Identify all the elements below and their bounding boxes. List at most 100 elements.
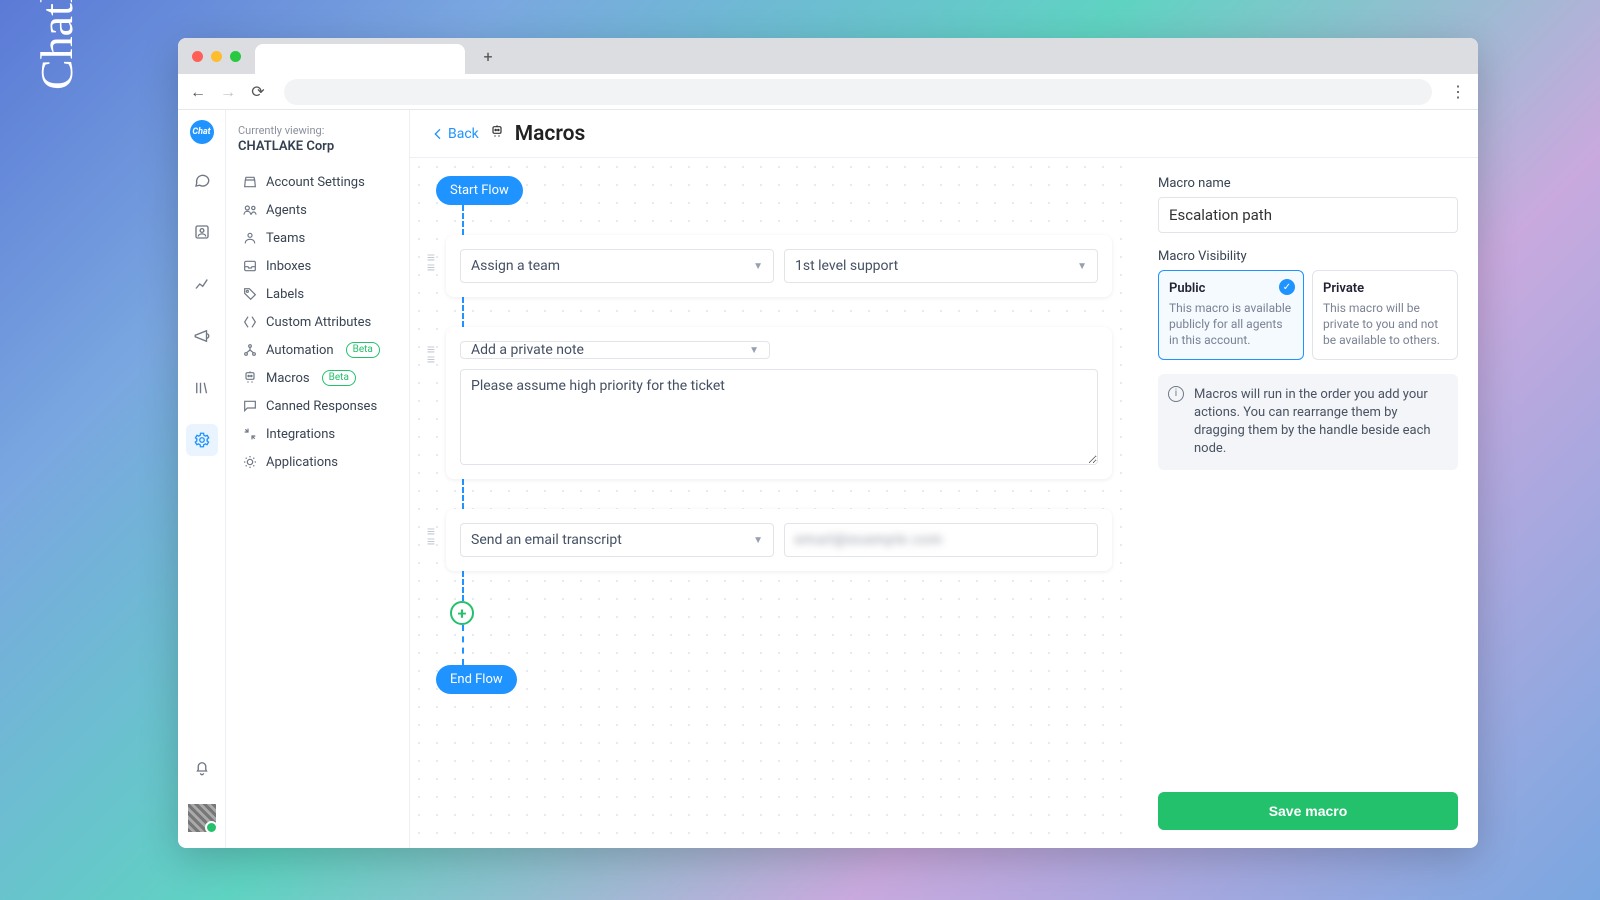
nav-campaigns-icon[interactable] — [186, 320, 218, 352]
window-controls — [192, 51, 241, 62]
drag-handle-icon[interactable]: ≡≡ — [422, 327, 440, 365]
org-name: CHATLAKE Corp — [238, 139, 397, 154]
sidebar-item-label: Agents — [266, 203, 307, 218]
info-icon: i — [1168, 386, 1184, 402]
notifications-icon[interactable] — [186, 752, 218, 784]
app-logo[interactable]: Chat — [190, 120, 214, 144]
start-flow-pill: Start Flow — [436, 176, 523, 205]
new-tab-button[interactable]: + — [479, 47, 497, 65]
sidebar-item-integrations[interactable]: Integrations — [238, 420, 397, 448]
macro-node: Add a private note ▼ — [446, 327, 1112, 479]
sidebar-item-custom-attributes[interactable]: Custom Attributes — [238, 308, 397, 336]
sidebar-item-inboxes[interactable]: Inboxes — [238, 252, 397, 280]
back-link[interactable]: Back — [430, 126, 479, 142]
chevron-down-icon: ▼ — [753, 535, 763, 546]
check-icon: ✓ — [1279, 279, 1295, 295]
sidebar-item-automation[interactable]: Automation Beta — [238, 336, 397, 364]
save-macro-button[interactable]: Save macro — [1158, 792, 1458, 830]
visibility-public-card[interactable]: ✓ Public This macro is available publicl… — [1158, 270, 1304, 360]
primary-nav-rail: Chat — [178, 110, 226, 848]
value-label: 1st level support — [795, 258, 898, 274]
action-label: Assign a team — [471, 258, 560, 274]
sidebar-item-account-settings[interactable]: Account Settings — [238, 168, 397, 196]
sidebar-item-agents[interactable]: Agents — [238, 196, 397, 224]
sidebar-item-label: Teams — [266, 231, 305, 246]
flow-canvas: Start Flow ≡≡ Assign a team ▼ 1st level — [410, 158, 1138, 848]
sidebar-item-label: Integrations — [266, 427, 335, 442]
add-node-button[interactable]: + — [450, 601, 474, 625]
drag-handle-icon[interactable]: ≡≡ — [422, 509, 440, 547]
settings-sidebar: Currently viewing: CHATLAKE Corp Account… — [226, 110, 410, 848]
brand-wordmark: Chatlake — [30, 0, 83, 90]
browser-window: + ← → ⟳ ⋮ Chat — [178, 38, 1478, 848]
macro-node: Send an email transcript ▼ email@example… — [446, 509, 1112, 571]
sidebar-item-label: Inboxes — [266, 259, 311, 274]
browser-toolbar: ← → ⟳ ⋮ — [178, 74, 1478, 110]
currently-viewing-label: Currently viewing: — [238, 124, 397, 137]
macro-name-label: Macro name — [1158, 176, 1458, 191]
email-value: email@example.com — [795, 532, 943, 548]
note-textarea[interactable] — [460, 369, 1098, 465]
sidebar-item-label: Macros — [266, 371, 310, 386]
visibility-label: Macro Visibility — [1158, 249, 1458, 264]
nav-settings-icon[interactable] — [186, 424, 218, 456]
app-shell: Chat — [178, 110, 1478, 848]
back-button[interactable]: ← — [188, 82, 208, 102]
nav-reports-icon[interactable] — [186, 268, 218, 300]
info-callout: i Macros will run in the order you add y… — [1158, 374, 1458, 471]
main-content: Back Macros Start Flow ≡≡ — [410, 110, 1478, 848]
chevron-down-icon: ▼ — [749, 345, 759, 356]
browser-tab[interactable] — [255, 44, 465, 74]
visibility-desc: This macro is available publicly for all… — [1169, 300, 1293, 349]
sidebar-item-canned-responses[interactable]: Canned Responses — [238, 392, 397, 420]
page-title: Macros — [515, 122, 586, 146]
action-select[interactable]: Add a private note ▼ — [460, 341, 770, 359]
maximize-window[interactable] — [230, 51, 241, 62]
sidebar-item-labels[interactable]: Labels — [238, 280, 397, 308]
sidebar-item-label: Canned Responses — [266, 399, 377, 414]
email-input[interactable]: email@example.com — [784, 523, 1098, 557]
close-window[interactable] — [192, 51, 203, 62]
drag-handle-icon[interactable]: ≡≡ — [422, 235, 440, 273]
user-avatar[interactable] — [188, 804, 216, 832]
sidebar-item-label: Applications — [266, 455, 338, 470]
end-flow-pill: End Flow — [436, 665, 517, 694]
value-select[interactable]: 1st level support ▼ — [784, 249, 1098, 283]
visibility-title: Public — [1169, 281, 1293, 296]
sidebar-item-label: Labels — [266, 287, 304, 302]
action-label: Add a private note — [471, 342, 584, 358]
reload-button[interactable]: ⟳ — [248, 82, 268, 101]
action-select[interactable]: Assign a team ▼ — [460, 249, 774, 283]
sidebar-item-label: Automation — [266, 343, 334, 358]
visibility-private-card[interactable]: Private This macro will be private to yo… — [1312, 270, 1458, 360]
forward-button[interactable]: → — [218, 82, 238, 102]
info-text: Macros will run in the order you add you… — [1194, 387, 1431, 457]
visibility-desc: This macro will be private to you and no… — [1323, 300, 1447, 349]
nav-library-icon[interactable] — [186, 372, 218, 404]
sidebar-item-label: Custom Attributes — [266, 315, 371, 330]
sidebar-item-macros[interactable]: Macros Beta — [238, 364, 397, 392]
work-area: Start Flow ≡≡ Assign a team ▼ 1st level — [410, 158, 1478, 848]
action-label: Send an email transcript — [471, 532, 622, 548]
macro-name-value: Escalation path — [1169, 206, 1272, 224]
back-label: Back — [448, 126, 479, 142]
action-select[interactable]: Send an email transcript ▼ — [460, 523, 774, 557]
sidebar-item-applications[interactable]: Applications — [238, 448, 397, 476]
macro-node: Assign a team ▼ 1st level support ▼ — [446, 235, 1112, 297]
chevron-down-icon: ▼ — [1077, 261, 1087, 272]
address-bar[interactable] — [284, 79, 1432, 105]
visibility-title: Private — [1323, 281, 1447, 296]
chevron-down-icon: ▼ — [753, 261, 763, 272]
macro-properties-panel: Macro name Escalation path Macro Visibil… — [1138, 158, 1478, 848]
browser-menu-icon[interactable]: ⋮ — [1448, 82, 1468, 101]
sidebar-item-teams[interactable]: Teams — [238, 224, 397, 252]
nav-contacts-icon[interactable] — [186, 216, 218, 248]
browser-tabstrip: + — [178, 38, 1478, 74]
minimize-window[interactable] — [211, 51, 222, 62]
macro-name-input[interactable]: Escalation path — [1158, 197, 1458, 233]
sidebar-item-label: Account Settings — [266, 175, 365, 190]
page-header: Back Macros — [410, 110, 1478, 158]
beta-badge: Beta — [346, 342, 380, 358]
beta-badge: Beta — [322, 370, 356, 386]
nav-conversations-icon[interactable] — [186, 164, 218, 196]
